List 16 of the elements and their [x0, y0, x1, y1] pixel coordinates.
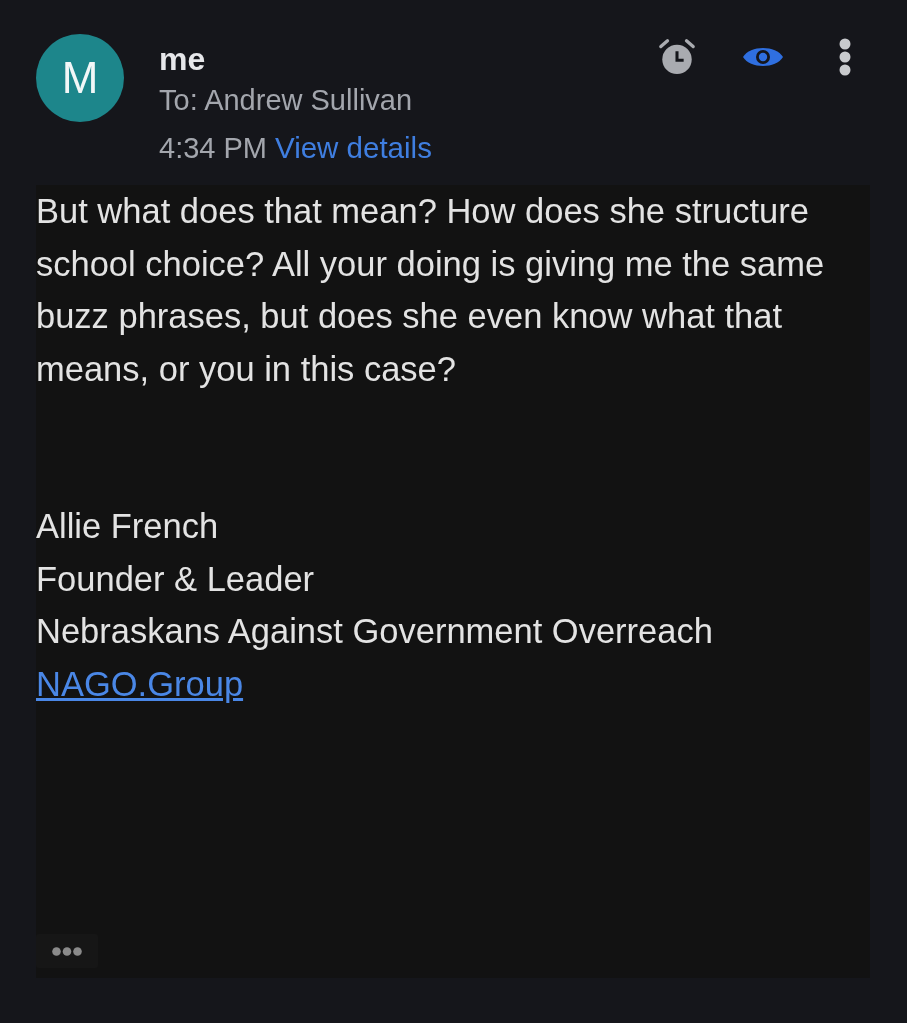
sent-time: 4:34 PM	[159, 131, 267, 166]
ellipsis-icon	[52, 946, 82, 956]
website-link[interactable]: NAGO.Group	[36, 657, 244, 710]
show-trimmed-content-button[interactable]	[36, 934, 98, 968]
sender-name: me	[159, 40, 206, 78]
recipient-line: To: Andrew Sullivan	[159, 83, 413, 118]
more-options-icon	[838, 38, 852, 76]
signature-line: Nebraskans Against Government Overreach	[36, 611, 713, 652]
avatar: M	[36, 34, 124, 122]
alarm-clock-icon	[658, 38, 696, 76]
view-details-link[interactable]: View details	[275, 130, 432, 166]
signature-line: Allie French	[36, 506, 219, 547]
snooze-button[interactable]	[658, 38, 696, 76]
message-paragraph: But what does that mean? How does she structure school choice? All your doing is giving me the same buzz phrases, but does she even know what that means, or you in this case?	[36, 191, 826, 390]
signature-line: Founder & Leader	[36, 558, 315, 600]
more-options-button[interactable]	[838, 38, 852, 76]
